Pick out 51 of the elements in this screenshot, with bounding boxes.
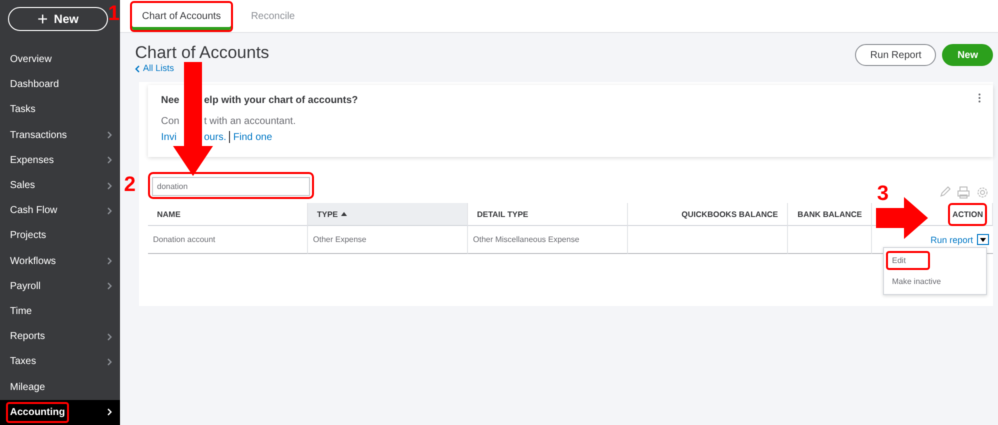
printer-icon[interactable] — [957, 186, 970, 199]
help-text: t with an accountant. — [204, 116, 296, 127]
nav-item[interactable]: Workflows — [0, 248, 120, 274]
table-cell: Other Expense — [308, 226, 468, 254]
tab[interactable]: Chart of Accounts — [130, 1, 233, 32]
more-icon[interactable] — [978, 93, 981, 103]
nav-item[interactable]: Transactions — [0, 122, 120, 148]
nav-item[interactable]: Mileage — [0, 374, 120, 400]
column-header[interactable]: TYPE — [308, 203, 468, 226]
step-number: 3 — [877, 182, 889, 206]
new-button[interactable]: + New — [8, 7, 108, 31]
nav-item[interactable]: Cash Flow — [0, 198, 120, 224]
page-title: Chart of Accounts — [135, 43, 270, 63]
nav-item[interactable]: Projects — [0, 223, 120, 248]
nav-item[interactable]: Tasks — [0, 97, 120, 123]
help-link[interactable]: Invi — [161, 132, 177, 142]
run-report-link[interactable]: Run report — [930, 234, 973, 244]
help-text: Con — [161, 116, 180, 127]
nav-item[interactable]: Time — [0, 298, 120, 324]
step-number: 2 — [124, 173, 136, 197]
nav-item[interactable]: Overview — [0, 47, 120, 72]
chevron-icon — [135, 65, 140, 73]
plus-icon: + — [37, 10, 48, 28]
run-report-button[interactable]: Run Report — [855, 44, 936, 66]
pencil-icon[interactable] — [939, 186, 951, 198]
column-header[interactable]: BANK BALANCE — [788, 203, 872, 226]
help-link[interactable]: Find one — [233, 132, 272, 142]
nav-item[interactable]: Sales — [0, 172, 120, 198]
column-header[interactable]: QUICKBOOKS BALANCE — [628, 203, 788, 226]
nav-item[interactable]: Payroll — [0, 274, 120, 299]
nav-item[interactable]: Accounting — [0, 400, 120, 425]
help-title: Nee — [161, 95, 180, 106]
table-cell: Other Miscellaneous Expense — [468, 226, 628, 254]
nav-item[interactable]: Taxes — [0, 349, 120, 374]
settings-icon[interactable] — [976, 186, 989, 199]
step-number: 1 — [108, 2, 120, 26]
column-header[interactable]: NAME — [148, 203, 308, 226]
column-header[interactable]: DETAIL TYPE — [468, 203, 628, 226]
caret-icon — [980, 238, 986, 242]
nav-item[interactable]: Expenses — [0, 148, 120, 173]
menu-item[interactable]: Edit — [886, 251, 930, 270]
nav-item[interactable]: Reports — [0, 324, 120, 350]
help-title: elp with your chart of accounts? — [204, 95, 358, 106]
nav-item[interactable]: Dashboard — [0, 72, 120, 98]
help-link[interactable]: ours. — [204, 132, 226, 142]
dropdown-button[interactable] — [977, 234, 989, 245]
table-cell: Donation account — [148, 226, 308, 254]
sort-icon — [340, 212, 347, 216]
back-link[interactable]: All Lists — [135, 63, 270, 73]
menu-item[interactable]: Make inactive — [886, 272, 947, 291]
search-field[interactable]: donation — [148, 172, 314, 199]
